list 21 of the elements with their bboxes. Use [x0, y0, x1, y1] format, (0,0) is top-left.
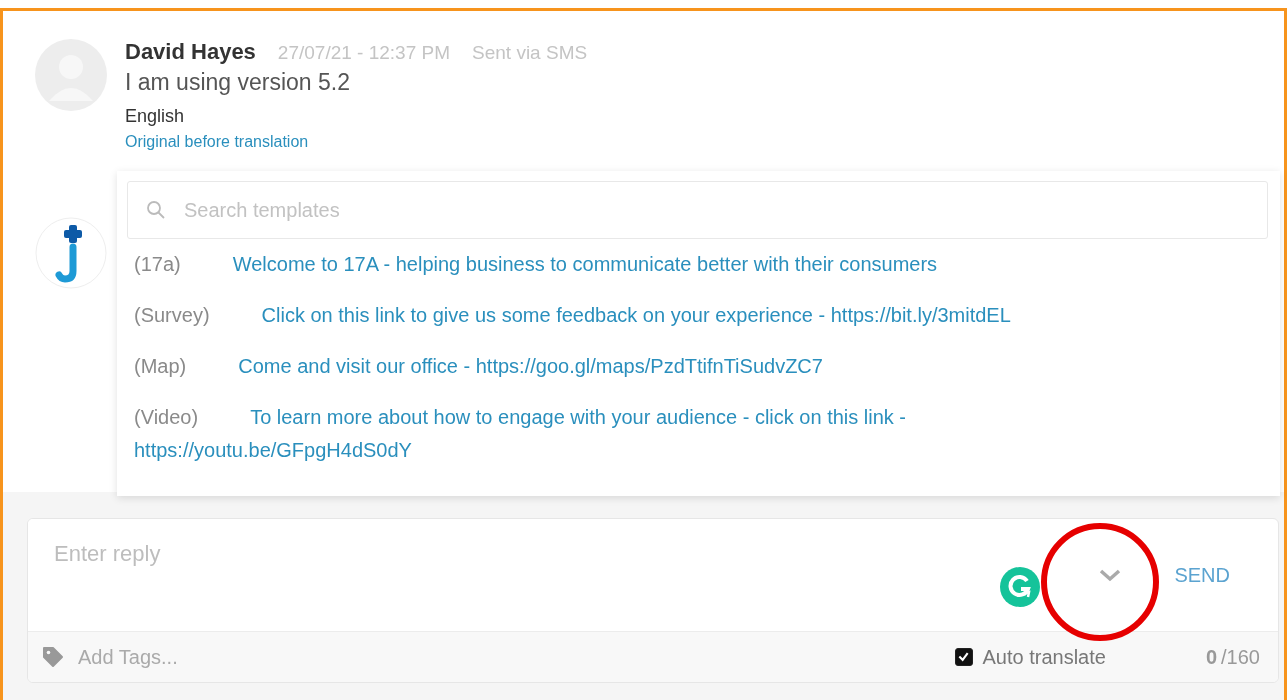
- message-time: 27/07/21 - 12:37 PM: [277, 42, 451, 64]
- message-channel: Sent via SMS: [472, 42, 588, 64]
- auto-translate-label: Auto translate: [982, 645, 1106, 669]
- message-text: I am using version 5.2: [125, 69, 351, 96]
- language-label: English: [125, 106, 186, 127]
- template-item[interactable]: (Map) Come and visit our office - https://goo.gl/maps/PzdTtifnTiSudvZC7: [127, 341, 1102, 392]
- logo-icon: [35, 217, 107, 289]
- template-item[interactable]: (17a) Welcome to 17A - helping business to communicate better with their consumers: [127, 239, 1102, 290]
- template-item[interactable]: (Survey) Click on this link to give us some feedback on your experience - https://bit.ly/3mitdEL: [127, 290, 1102, 341]
- tags-input[interactable]: Add Tags...: [76, 644, 955, 670]
- character-limit: /160: [1221, 645, 1260, 668]
- send-button[interactable]: SEND: [1174, 559, 1230, 591]
- tag-icon: [42, 646, 64, 668]
- character-count: 0: [1205, 645, 1218, 668]
- author-name: David Hayes: [125, 39, 256, 65]
- template-item[interactable]: (Video) To learn more about how to engage with your audience - click on this link - https://youtu.be/GFpgH4dS0dY: [127, 392, 1102, 476]
- reply-editor[interactable]: Enter reply SEND Add Tags... Auto translate 0 /160: [27, 518, 1279, 683]
- search-icon: [146, 200, 166, 220]
- original-link[interactable]: Original before translation: [125, 133, 309, 151]
- grammar-icon[interactable]: [1000, 567, 1041, 607]
- search-field[interactable]: Search templates: [127, 181, 1268, 239]
